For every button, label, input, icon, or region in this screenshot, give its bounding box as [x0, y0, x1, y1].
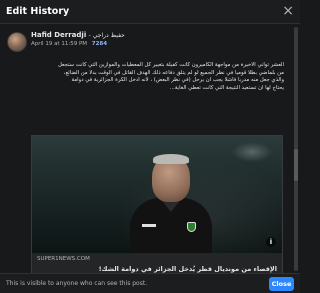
author-name-latin[interactable]: Hafid Derradji — [31, 31, 86, 39]
post-body: العشر تواني الأخيرة من مواجهة الكاميرون … — [8, 62, 284, 92]
post-body-line: والذي جعل منه مدرباً فاشلاً يجب أن يرحل … — [71, 77, 285, 84]
visibility-note: This is visible to anyone who can see th… — [6, 280, 148, 287]
author-name-arabic[interactable]: - حفيظ دراجي — [89, 32, 125, 39]
dialog-footer: This is visible to anyone who can see th… — [0, 273, 300, 293]
coach-hair — [153, 154, 189, 164]
avatar[interactable] — [7, 32, 27, 52]
link-title[interactable]: الإقصاء من مونديال قطر يُدخل الجزائر في … — [99, 265, 277, 273]
info-icon[interactable]: i — [266, 237, 276, 247]
author-name[interactable]: Hafid Derradji - حفيظ دراجي — [31, 31, 125, 39]
link-preview-image[interactable]: i — [32, 136, 282, 253]
post-body-line: العشر تواني الأخيرة من مواجهة الكاميرون … — [57, 62, 284, 68]
post-body-line: يحتاج لها أن تستعيد النتيجة التي كانت تع… — [169, 84, 284, 91]
likes-count[interactable]: 7284 — [92, 41, 107, 47]
shirt-stripe — [142, 224, 156, 227]
stadium-light — [232, 142, 272, 162]
link-domain: SUPER1NEWS.COM — [37, 256, 90, 262]
close-button[interactable]: Close — [269, 277, 294, 291]
link-preview-body[interactable]: SUPER1NEWS.COM الإقصاء من مونديال قطر يُ… — [32, 253, 282, 273]
edit-history-content[interactable]: Hafid Derradji - حفيظ دراجي April 19 at … — [0, 25, 300, 273]
team-crest — [187, 222, 196, 232]
scrollbar-thumb[interactable] — [294, 149, 298, 181]
post-meta: April 19 at 11:59 PM 7284 — [31, 41, 107, 47]
post-body-line: من بلماضي بطلاً قومياً في نظر الجميع لو … — [63, 69, 284, 76]
dialog-title: Edit History — [6, 6, 70, 17]
close-icon[interactable]: × — [282, 3, 294, 19]
link-preview-card[interactable]: i SUPER1NEWS.COM الإقصاء من مونديال قطر … — [31, 135, 283, 273]
post-timestamp[interactable]: April 19 at 11:59 PM — [31, 41, 87, 47]
dialog-header: Edit History × — [0, 0, 300, 24]
